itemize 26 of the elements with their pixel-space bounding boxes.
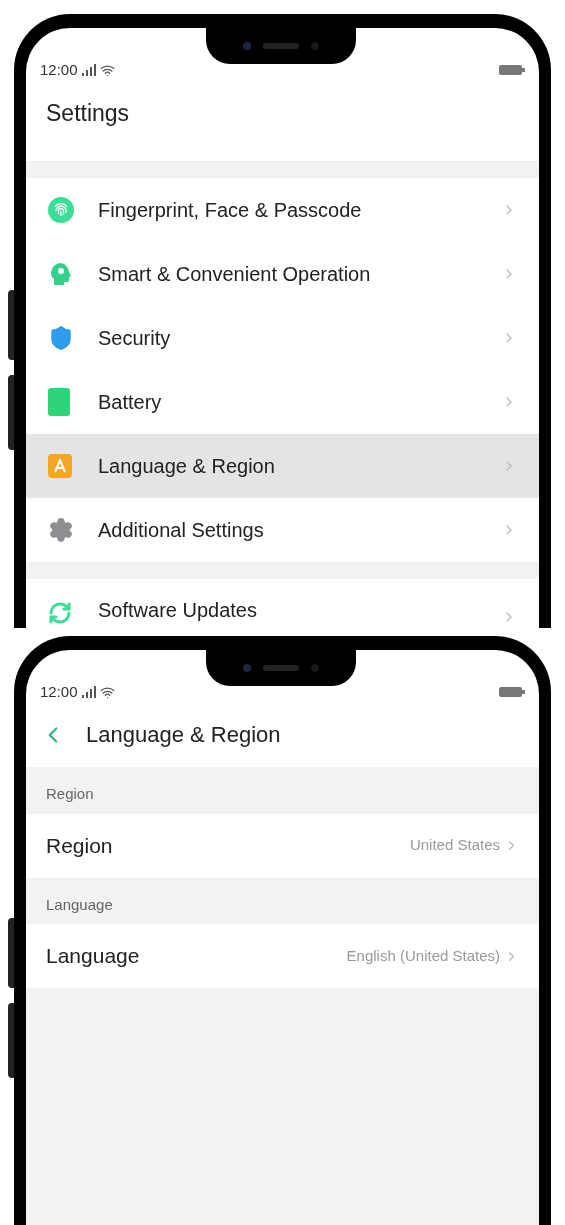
- battery-icon: [499, 686, 525, 698]
- row-label: Language: [46, 943, 141, 970]
- row-label: Additional Settings: [98, 517, 265, 543]
- row-label: Battery: [98, 389, 163, 415]
- settings-row[interactable]: Language English (United States): [26, 924, 539, 988]
- settings-row[interactable]: Language & Region: [26, 433, 539, 498]
- battery-icon: [499, 64, 525, 76]
- section-header: Language: [45, 894, 114, 915]
- row-value: English (United States): [346, 945, 500, 966]
- signal-icon: [80, 64, 97, 76]
- wifi-icon: [99, 62, 115, 78]
- section-header: Region: [45, 784, 95, 804]
- wifi-icon: [99, 684, 115, 700]
- row-label: Smart & Convenient Operation: [98, 261, 372, 287]
- status-time: 12:00: [40, 59, 78, 80]
- row-label: Language & Region: [98, 453, 276, 479]
- status-time: 12:00: [40, 681, 78, 702]
- screen-title: Settings: [45, 99, 131, 128]
- signal-icon: [80, 686, 97, 698]
- row-label: Fingerprint, Face & Passcode: [98, 197, 363, 223]
- row-label: Security: [98, 325, 172, 351]
- row-value: United States: [409, 835, 500, 856]
- row-label: Region: [46, 832, 114, 859]
- row-label: Software Updates: [98, 597, 258, 623]
- settings-row[interactable]: Region United States: [26, 813, 539, 878]
- screen-title: Language & Region: [86, 721, 281, 749]
